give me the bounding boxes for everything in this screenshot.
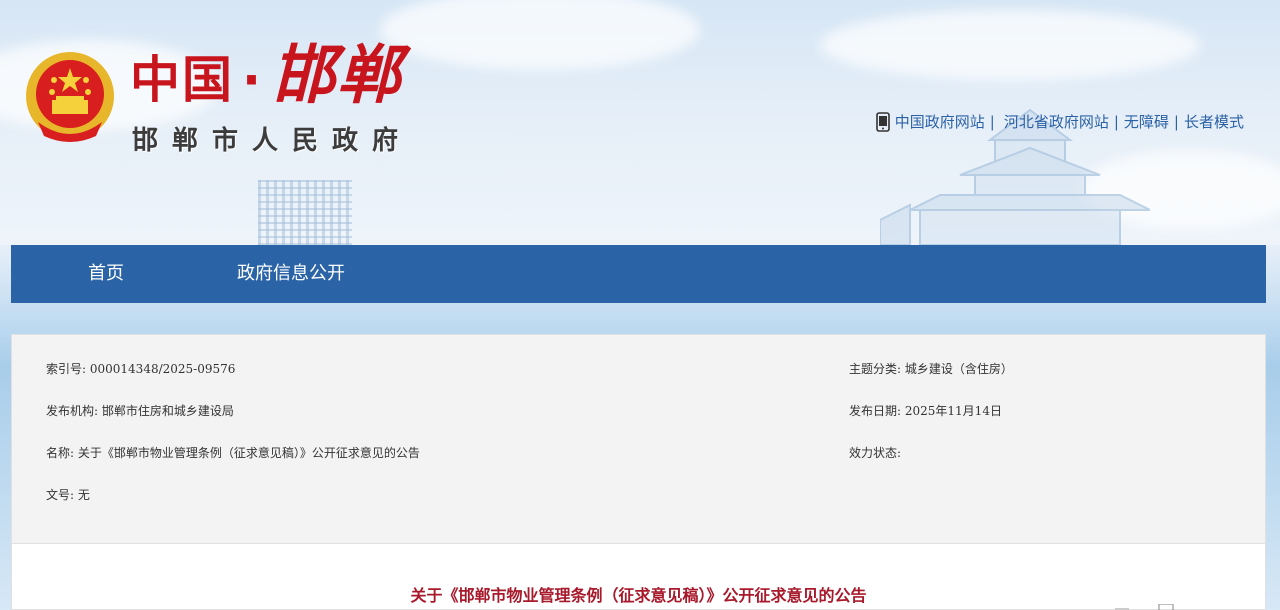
info-date: 发布日期: 2025年11月14日 [849,402,1002,419]
document-info-table: 索引号: 000014348/2025-09576 主题分类: 城乡建设（含住房… [11,334,1266,544]
logo-dot: · [242,51,263,109]
info-index: 索引号: 000014348/2025-09576 [46,360,235,377]
info-label: 主题分类: [849,362,902,376]
logo-text-china: 中国 [130,51,234,109]
info-topic: 主题分类: 城乡建设（含住房） [849,360,1013,377]
info-label: 效力状态: [849,446,902,460]
cloud-decoration [820,10,1200,80]
info-label: 索引号: [46,362,87,376]
info-docno: 文号: 无 [46,486,90,503]
info-value: 邯郸市住房和城乡建设局 [101,404,234,418]
info-label: 发布日期: [849,404,902,418]
info-value: 无 [77,488,90,502]
info-label: 发布机构: [46,404,99,418]
info-name: 名称: 关于《邯郸市物业管理条例（征求意见稿）》公开征求意见的公告 [46,444,420,461]
cloud-decoration [380,0,700,70]
link-accessibility[interactable]: 无障碍 [1124,111,1169,132]
info-label: 名称: [46,446,75,460]
top-links: 中国政府网站 | 河北省政府网站 | 无障碍 | 长者模式 [875,111,1244,132]
document-content: 关于《邯郸市物业管理条例（征求意见稿）》公开征求意见的公告 [11,544,1266,610]
site-header: 中国 · 邯郸 邯郸市人民政府 中国政府网站 | 河北省政府网站 | 无障碍 | 长… [0,0,1280,245]
link-elder-mode[interactable]: 长者模式 [1184,111,1244,132]
info-value: 城乡建设（含住房） [904,362,1013,376]
main-nav: 首页 政府信息公开 [11,245,1266,303]
info-status: 效力状态: [849,444,901,461]
info-publisher: 发布机构: 邯郸市住房和城乡建设局 [46,402,234,419]
toolbar-icons[interactable] [1115,604,1175,610]
link-separator: | [1173,112,1179,131]
link-separator: | [989,112,995,131]
site-logo-subtitle: 邯郸市人民政府 [132,126,413,156]
mobile-phone-icon[interactable] [875,111,891,132]
info-value: 2025年11月14日 [904,404,1002,418]
link-separator: | [1113,112,1119,131]
national-emblem-icon [26,52,114,142]
info-label: 文号: [46,488,75,502]
nav-item-home[interactable]: 首页 [88,245,124,303]
logo-text-handan: 邯郸 [271,39,403,113]
info-value: 000014348/2025-09576 [89,362,236,376]
info-value: 关于《邯郸市物业管理条例（征求意见稿）》公开征求意见的公告 [77,446,420,460]
document-title: 关于《邯郸市物业管理条例（征求意见稿）》公开征求意见的公告 [410,586,867,605]
nav-item-gov-info[interactable]: 政府信息公开 [237,245,345,303]
link-gov-cn[interactable]: 中国政府网站 [895,111,985,132]
site-logo-title: 中国 · 邯郸 [130,44,403,108]
link-hebei-gov[interactable]: 河北省政府网站 [1004,111,1109,132]
building-illustration [258,180,352,245]
